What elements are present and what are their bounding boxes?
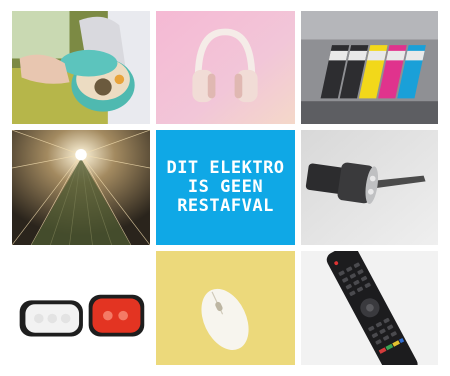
- bike-lights-photo: [9, 248, 153, 368]
- slogan-line-1: DIT ELEKTRO: [166, 158, 285, 178]
- headphones-photo: [153, 8, 298, 127]
- toy-camera-photo: [9, 8, 153, 127]
- photo-grid: DIT ELEKTRO IS GEEN RESTAFVAL: [9, 8, 441, 368]
- slogan-line-3: RESTAFVAL: [177, 196, 274, 216]
- flashlight-icon: [301, 130, 438, 245]
- christmas-lights-icon: [12, 130, 150, 245]
- bike-lights-icon: [12, 251, 150, 365]
- remote-control-photo: [298, 248, 441, 368]
- remote-control-icon: [301, 251, 438, 365]
- slogan-tile: DIT ELEKTRO IS GEEN RESTAFVAL: [153, 127, 298, 248]
- computer-mouse-photo: [153, 248, 298, 368]
- flashlight-photo: [298, 127, 441, 248]
- headphones-icon: [156, 11, 295, 124]
- christmas-lights-photo: [9, 127, 153, 248]
- slogan-line-2: IS GEEN: [187, 177, 264, 197]
- toy-camera-icon: [12, 11, 150, 124]
- ink-cartridges-photo: [298, 8, 441, 127]
- ink-cartridges-icon: [301, 11, 438, 124]
- computer-mouse-icon: [156, 251, 295, 365]
